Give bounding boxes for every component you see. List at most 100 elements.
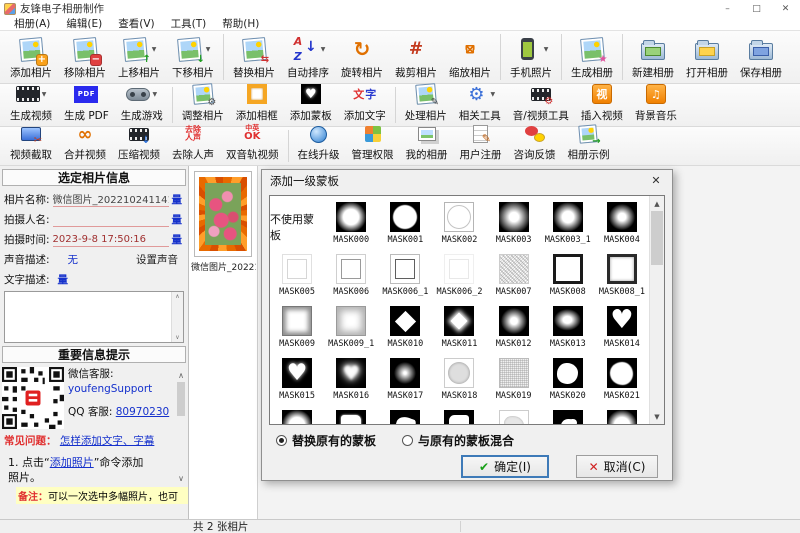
shoot-time-value[interactable]: 2023-9-8 17:50:16: [53, 234, 169, 247]
new-album-button[interactable]: 新建相册: [626, 32, 680, 82]
remove-photo-button[interactable]: −移除相片: [58, 32, 112, 82]
mask-item-mask021[interactable]: MASK021: [595, 355, 649, 407]
dual-audio-button[interactable]: 中英OK双音轨视频: [220, 128, 285, 164]
av-tools-button[interactable]: ⚙音/视频工具: [507, 85, 575, 125]
close-icon[interactable]: ✕: [771, 0, 800, 17]
add-text-button[interactable]: 文字添加文字: [338, 85, 392, 125]
video-capture-button[interactable]: ✂视频截取: [4, 128, 58, 164]
feedback-button[interactable]: 咨询反馈: [508, 128, 562, 164]
scrollbar-thumb[interactable]: [651, 211, 663, 265]
online-upgrade-button[interactable]: 在线升级: [292, 128, 346, 164]
mask-item-partial[interactable]: [487, 407, 541, 425]
mask-item-mask002[interactable]: MASK002: [432, 199, 486, 251]
mask-item-mask004[interactable]: MASK004: [595, 199, 649, 251]
add-mask-button[interactable]: ♥添加蒙板: [284, 85, 338, 125]
mask-item-mask005[interactable]: MASK005: [270, 251, 324, 303]
scroll-down-icon[interactable]: ∨: [178, 474, 184, 483]
mask-item-partial[interactable]: [432, 407, 486, 425]
dropdown-icon[interactable]: ▼: [152, 91, 157, 98]
add-frame-button[interactable]: 添加相框: [230, 85, 284, 125]
zoom-photo-button[interactable]: ↔↔缩放相片: [443, 32, 497, 82]
add-photo-button[interactable]: +添加相片: [4, 32, 58, 82]
photo-thumbnail[interactable]: [194, 171, 252, 257]
manage-rights-button[interactable]: 管理权限: [346, 128, 400, 164]
phone-photo-button[interactable]: ▼手机照片: [504, 32, 558, 82]
mask-item-partial[interactable]: [595, 407, 649, 425]
photo-name-value[interactable]: 微信图片_20221024114108: [53, 191, 169, 207]
adjust-photo-button[interactable]: ⚙调整相片: [176, 85, 230, 125]
mask-item-mask017[interactable]: MASK017: [378, 355, 432, 407]
dropdown-icon[interactable]: ▼: [544, 46, 549, 53]
radio-blend-mask[interactable]: 与原有的蒙板混合: [402, 432, 514, 449]
shoot-time-more-link[interactable]: 量: [172, 232, 183, 247]
mask-item-mask007[interactable]: MASK007: [487, 251, 541, 303]
radio-replace-mask[interactable]: 替换原有的蒙板: [276, 432, 376, 449]
menu-tools[interactable]: 工具(T): [163, 16, 215, 31]
mask-item-mask000[interactable]: MASK000: [324, 199, 378, 251]
scroll-down-icon[interactable]: ∨: [175, 334, 179, 341]
mask-item-mask011[interactable]: MASK011: [432, 303, 486, 355]
add-photo-link[interactable]: 添加照片: [50, 456, 94, 469]
ok-button[interactable]: ✔ 确定(I): [461, 455, 549, 478]
minimize-icon[interactable]: –: [713, 0, 742, 17]
mask-item-partial[interactable]: [378, 407, 432, 425]
textarea-scrollbar[interactable]: ∧ ∨: [171, 292, 183, 342]
mask-item-mask006_1[interactable]: MASK006_1: [378, 251, 432, 303]
maximize-icon[interactable]: □: [742, 0, 771, 17]
dialog-close-button[interactable]: ✕: [640, 170, 672, 191]
move-down-photo-button[interactable]: ↓▼下移相片: [166, 32, 220, 82]
remove-vocal-button[interactable]: 去除人声去除人声: [166, 128, 220, 164]
menu-edit[interactable]: 编辑(E): [58, 16, 110, 31]
mask-item-mask008[interactable]: MASK008: [541, 251, 595, 303]
bg-music-button[interactable]: ♫背景音乐: [629, 85, 683, 125]
faq-link[interactable]: 怎样添加文字、字幕: [60, 435, 155, 447]
tips-scrollbar[interactable]: ∧ ∨: [175, 371, 187, 483]
text-description-input[interactable]: ∧ ∨: [4, 291, 184, 343]
mask-item-mask019[interactable]: MASK019: [487, 355, 541, 407]
mask-item-mask016[interactable]: ♥MASK016: [324, 355, 378, 407]
mask-item-partial[interactable]: [270, 407, 324, 425]
scroll-up-icon[interactable]: ▲: [650, 196, 664, 211]
move-up-photo-button[interactable]: ↑▼上移相片: [112, 32, 166, 82]
dropdown-icon[interactable]: ▼: [42, 91, 47, 98]
cancel-button[interactable]: ✕ 取消(C): [576, 455, 658, 478]
mask-item-mask013[interactable]: MASK013: [541, 303, 595, 355]
mask-item-mask018[interactable]: MASK018: [432, 355, 486, 407]
mask-item-mask014[interactable]: ♥MASK014: [595, 303, 649, 355]
mask-item-mask009[interactable]: MASK009: [270, 303, 324, 355]
dropdown-icon[interactable]: ▼: [321, 46, 326, 53]
mask-item-mask006[interactable]: MASK006: [324, 251, 378, 303]
mask-item-mask010[interactable]: MASK010: [378, 303, 432, 355]
make-game-button[interactable]: ▼生成游戏: [115, 85, 169, 125]
dropdown-icon[interactable]: ▼: [490, 91, 495, 98]
replace-photo-button[interactable]: ⇆替换相片: [227, 32, 281, 82]
mask-item-mask006_2[interactable]: MASK006_2: [432, 251, 486, 303]
scroll-up-icon[interactable]: ∧: [175, 293, 179, 300]
mask-item-mask012[interactable]: MASK012: [487, 303, 541, 355]
merge-video-button[interactable]: ∞合并视频: [58, 128, 112, 164]
make-album-button[interactable]: ★生成相册: [565, 32, 619, 82]
dropdown-icon[interactable]: ▼: [206, 46, 211, 53]
process-photo-button[interactable]: ✎处理相片: [399, 85, 453, 125]
album-samples-button[interactable]: →相册示例: [562, 128, 616, 164]
photographer-more-link[interactable]: 量: [172, 212, 183, 227]
set-sound-link[interactable]: 设置声音: [136, 252, 178, 267]
my-albums-button[interactable]: 我的相册: [400, 128, 454, 164]
mask-item-none[interactable]: 不使用蒙板: [270, 199, 324, 251]
mask-item-mask015[interactable]: ♥MASK015: [270, 355, 324, 407]
scrollbar-thumb[interactable]: [177, 382, 185, 416]
mask-item-mask020[interactable]: MASK020: [541, 355, 595, 407]
insert-video-button[interactable]: 视插入视频: [575, 85, 629, 125]
photo-name-more-link[interactable]: 量: [172, 192, 183, 207]
mask-item-mask003_1[interactable]: MASK003_1: [541, 199, 595, 251]
mask-item-mask009_1[interactable]: MASK009_1: [324, 303, 378, 355]
mask-list-scrollbar[interactable]: ▲ ▼: [649, 196, 664, 424]
menu-view[interactable]: 查看(V): [110, 16, 162, 31]
menu-album[interactable]: 相册(A): [6, 16, 58, 31]
mask-item-partial[interactable]: [541, 407, 595, 425]
open-album-button[interactable]: 打开相册: [680, 32, 734, 82]
compress-video-button[interactable]: ↓压缩视频: [112, 128, 166, 164]
make-pdf-button[interactable]: PDF生成 PDF: [58, 85, 115, 125]
text-desc-more-link[interactable]: 量: [58, 272, 69, 287]
mask-item-mask001[interactable]: MASK001: [378, 199, 432, 251]
